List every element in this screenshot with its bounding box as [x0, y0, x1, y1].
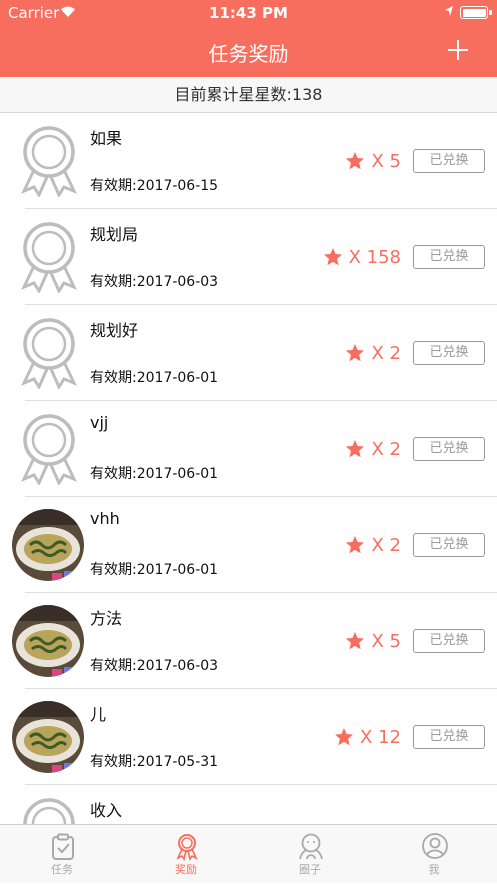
status-bar: Carrier 11:43 PM [0, 0, 497, 26]
star-count: X 12 [334, 723, 401, 751]
reward-name: 规划好 [90, 321, 139, 340]
redeemed-button[interactable]: 已兑换 [413, 725, 485, 749]
star-count-value: X 158 [348, 246, 401, 268]
medal-icon [20, 414, 78, 485]
list-item[interactable]: 规划好 有效期:2017-06-01 X 2 已兑换 [0, 305, 497, 401]
star-count: X 2 [345, 531, 401, 559]
reward-expiry: 有效期:2017-06-03 [90, 274, 219, 290]
tab-circle[interactable]: 圈子 [248, 825, 372, 884]
star-icon [346, 344, 365, 362]
reward-expiry: 有效期:2017-06-01 [90, 562, 219, 578]
tab-rewards[interactable]: 奖励 [124, 825, 248, 884]
tab-bar: 任务 奖励 圈子 我 [0, 824, 497, 883]
star-count: X 5 [345, 147, 401, 175]
list-item[interactable]: 收入 [0, 785, 497, 824]
reward-photo [12, 701, 84, 773]
reward-expiry: 有效期:2017-06-15 [90, 178, 219, 194]
star-count: X 2 [345, 339, 401, 367]
redeemed-button[interactable]: 已兑换 [413, 341, 485, 365]
tab-tasks[interactable]: 任务 [0, 825, 124, 884]
medal-icon [20, 126, 78, 197]
tab-label: 我 [428, 863, 440, 876]
tab-me[interactable]: 我 [372, 825, 496, 884]
star-count-value: X 2 [371, 438, 401, 460]
list-item[interactable]: vhh 有效期:2017-06-01 X 2 已兑换 [0, 497, 497, 593]
reward-list[interactable]: 如果 有效期:2017-06-15 X 5 已兑换 规划局 有效期:2017-0… [0, 113, 497, 824]
total-stars-summary: 目前累计星星数:138 [0, 77, 497, 113]
nav-header: Carrier 11:43 PM 任务奖励 [0, 0, 497, 77]
list-item[interactable]: 儿 有效期:2017-05-31 X 12 已兑换 [0, 689, 497, 785]
reward-name: vjj [90, 413, 109, 432]
medal-icon [20, 222, 78, 293]
clock-label: 11:43 PM [209, 4, 288, 22]
reward-name: 方法 [90, 609, 123, 628]
user-icon [422, 833, 448, 859]
reward-name: vhh [90, 509, 120, 528]
people-icon [299, 833, 323, 860]
list-item[interactable]: 如果 有效期:2017-06-15 X 5 已兑换 [0, 113, 497, 209]
battery-icon [460, 6, 492, 19]
reward-photo [12, 605, 84, 677]
location-arrow-icon [445, 6, 453, 16]
add-reward-button[interactable] [446, 38, 470, 62]
tab-label: 奖励 [175, 863, 197, 876]
star-count-value: X 5 [371, 150, 401, 172]
reward-name: 规划局 [90, 225, 139, 244]
star-count-value: X 2 [371, 534, 401, 556]
redeemed-button[interactable]: 已兑换 [413, 533, 485, 557]
tab-label: 圈子 [299, 863, 321, 876]
reward-name: 儿 [90, 705, 107, 724]
star-count-value: X 5 [371, 630, 401, 652]
reward-expiry: 有效期:2017-05-31 [90, 754, 219, 770]
star-count: X 2 [345, 435, 401, 463]
medal-icon [176, 834, 198, 861]
list-item[interactable]: 方法 有效期:2017-06-03 X 5 已兑换 [0, 593, 497, 689]
list-item[interactable]: 规划局 有效期:2017-06-03 X 158 已兑换 [0, 209, 497, 305]
star-count: X 5 [345, 627, 401, 655]
reward-name: 如果 [90, 129, 123, 148]
redeemed-button[interactable]: 已兑换 [413, 437, 485, 461]
star-icon [346, 536, 365, 554]
star-icon [323, 248, 342, 266]
reward-photo [12, 509, 84, 581]
star-icon [346, 632, 365, 650]
clipboard-check-icon [52, 833, 74, 860]
medal-icon [20, 318, 78, 389]
reward-expiry: 有效期:2017-06-01 [90, 466, 219, 482]
star-icon [335, 728, 354, 746]
redeemed-button[interactable]: 已兑换 [413, 245, 485, 269]
tab-label: 任务 [51, 863, 73, 876]
list-item[interactable]: vjj 有效期:2017-06-01 X 2 已兑换 [0, 401, 497, 497]
redeemed-button[interactable]: 已兑换 [413, 149, 485, 173]
reward-expiry: 有效期:2017-06-03 [90, 658, 219, 674]
star-icon [346, 152, 365, 170]
star-count-value: X 2 [371, 342, 401, 364]
star-icon [346, 440, 365, 458]
star-count-value: X 12 [360, 726, 401, 748]
page-title: 任务奖励 [208, 42, 289, 66]
redeemed-button[interactable]: 已兑换 [413, 629, 485, 653]
reward-expiry: 有效期:2017-06-01 [90, 370, 219, 386]
star-count: X 158 [323, 243, 401, 271]
reward-name: 收入 [90, 801, 123, 820]
medal-icon [23, 798, 75, 824]
